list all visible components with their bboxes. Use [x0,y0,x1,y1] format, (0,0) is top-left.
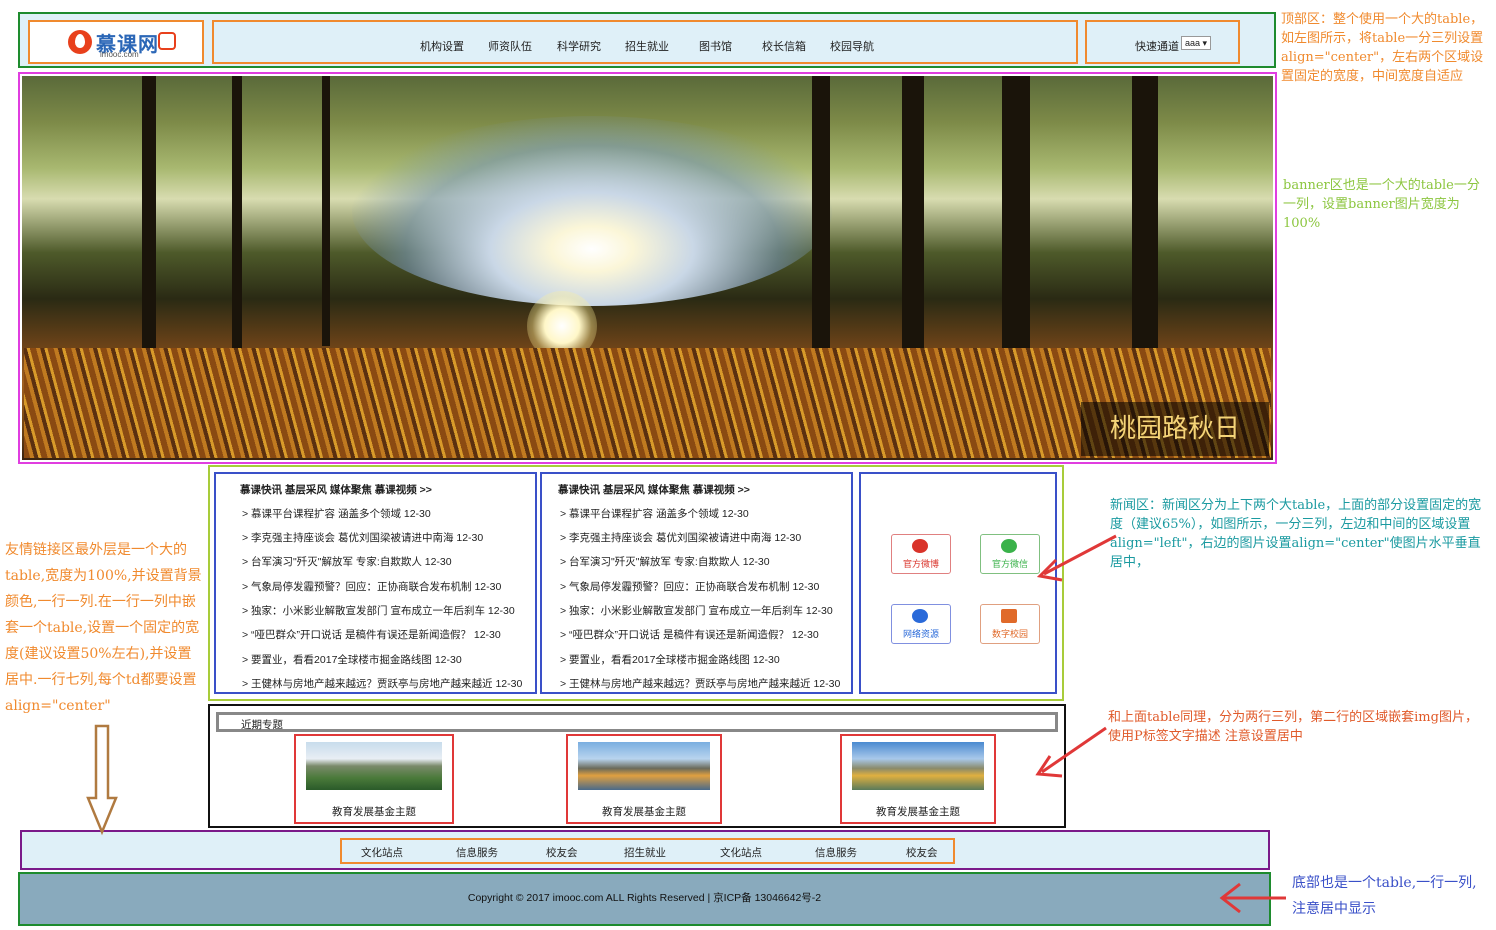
tree-trunk [812,76,830,376]
news-item[interactable]: > 气象局停发霾预警？回应：正协商联合发布机制 12-30 [560,579,819,594]
annotation-topics: 和上面table同理，分为两行三列，第二行的区域嵌套img图片，使用P标签文字描… [1108,710,1478,744]
main-nav: 机构设置 师资队伍 科学研究 招生就业 图书馆 校长信箱 校园导航 [212,20,1078,64]
tree-trunk [1132,76,1158,386]
friend-link[interactable]: 信息服务 [456,845,498,860]
nav-item-library[interactable]: 图书馆 [699,38,732,54]
news-item[interactable]: > 慕课平台课程扩容 涵盖多个领域 12-30 [242,506,431,521]
weibo-label: 官方微博 [902,559,939,569]
flame-icon [75,34,85,48]
topic-image [852,742,984,790]
weibo-badge[interactable]: 官方微博 [891,534,951,574]
friend-link[interactable]: 校友会 [546,845,578,860]
logo-cell[interactable]: 慕课网 imooc.com [28,20,204,64]
news-item[interactable]: > 气象局停发霾预警？回应：正协商联合发布机制 12-30 [242,579,501,594]
news-item[interactable]: > 要置业，看看2017全球楼市掘金路线图 12-30 [560,652,780,667]
friend-link[interactable]: 信息服务 [815,845,857,860]
friend-link[interactable]: 文化站点 [720,845,762,860]
annotation-banner: banner区也是一个大的table一分一列，设置banner图片宽度为100% [1283,178,1480,231]
arrow-news-icon [1036,534,1117,582]
tree-trunk [232,76,242,356]
nav-item-org[interactable]: 机构设置 [420,38,464,54]
news-item[interactable]: > 台军演习"歼灭"解放军 专家:自欺欺人 12-30 [560,554,770,569]
topics-title: 近期专题 [241,719,283,731]
nav-item-research[interactable]: 科学研究 [557,38,601,54]
friend-link[interactable]: 文化站点 [361,845,403,860]
logo-mark-icon [158,32,176,50]
news-title[interactable]: 慕课快讯 基层采风 媒体聚焦 慕课视频 >> [240,482,432,497]
news-item[interactable]: > 要置业，看看2017全球楼市掘金路线图 12-30 [242,652,462,667]
news-column-right: 官方微博 官方微信 网络资源 数字校园 [859,472,1057,694]
banner-sky [352,116,832,306]
tree-trunk [1002,76,1030,386]
news-item[interactable]: > 独家：小米影业解散宣发部门 宣布成立一年后刹车 12-30 [560,603,833,618]
news-item[interactable]: > 王健林与房地产越来越远？贾跃亭与房地产越来越近 12-30 [242,676,522,691]
footer: Copyright © 2017 imooc.com ALL Rights Re… [18,872,1271,926]
tree-trunk [142,76,156,366]
arrow-footer-icon [1219,882,1286,914]
annotation-footer: 底部也是一个table,一行一列,注意居中显示 [1292,875,1477,917]
tree-trunk [322,76,330,346]
annotation-links: 友情链接区最外层是一个大的table,宽度为100%,并设置背景颜色,一行一列.… [5,542,202,714]
campus-label: 数字校园 [991,629,1028,639]
topic-card[interactable]: 教育发展基金主题 [566,734,722,824]
ie-icon [912,609,928,623]
quick-access-value: aaa [1185,38,1201,48]
weibo-icon [912,539,928,553]
nav-item-admission[interactable]: 招生就业 [625,38,669,54]
friend-link[interactable]: 校友会 [906,845,938,860]
topics-header: 近期专题 [216,712,1058,732]
news-item[interactable]: > 独家：小米影业解散宣发部门 宣布成立一年后刹车 12-30 [242,603,515,618]
topic-card[interactable]: 教育发展基金主题 [294,734,454,824]
tree-trunk [902,76,924,376]
topic-image [578,742,710,790]
news-title[interactable]: 慕课快讯 基层采风 媒体聚焦 慕课视频 >> [558,482,750,497]
nav-item-mailbox[interactable]: 校长信箱 [762,38,806,54]
topic-label: 教育发展基金主题 [332,806,416,818]
nav-item-faculty[interactable]: 师资队伍 [488,38,532,54]
campus-badge[interactable]: 数字校园 [980,604,1040,644]
quick-access-select[interactable]: aaa ▾ [1181,36,1212,50]
topic-card[interactable]: 教育发展基金主题 [840,734,996,824]
banner-caption: 桃园路秋日 [1081,402,1269,456]
banner: 桃园路秋日 [18,72,1277,464]
computer-icon [1001,609,1017,623]
news-item[interactable]: > 慕课平台课程扩容 涵盖多个领域 12-30 [560,506,749,521]
wechat-icon [1001,539,1017,553]
annotation-news: 新闻区：新闻区分为上下两个大table，上面的部分设置固定的宽度（建议65%），… [1110,498,1482,570]
friend-links-inner: 文化站点 信息服务 校友会 招生就业 文化站点 信息服务 校友会 [340,838,955,864]
news-item[interactable]: > “哑巴群众”开口说话 是稿件有误还是新闻造假？ 12-30 [242,627,501,642]
news-column-left: 慕课快讯 基层采风 媒体聚焦 慕课视频 >> > 慕课平台课程扩容 涵盖多个领域… [214,472,537,694]
news-item[interactable]: > “哑巴群众”开口说话 是稿件有误还是新闻造假？ 12-30 [560,627,819,642]
arrow-links-icon [86,724,118,836]
news-item[interactable]: > 李克强主持座谈会 葛优刘国梁被请进中南海 12-30 [242,530,483,545]
annotation-top: 顶部区：整个使用一个大的table，如左图所示，将table一分三列设置alig… [1281,12,1484,84]
quick-access-label: 快速通道 [1135,41,1179,53]
resource-badge[interactable]: 网络资源 [891,604,951,644]
banner-image: 桃园路秋日 [22,76,1273,460]
nav-item-map[interactable]: 校园导航 [830,38,874,54]
copyright-text: Copyright © 2017 imooc.com ALL Rights Re… [467,892,822,904]
topic-label: 教育发展基金主题 [602,806,686,818]
news-item[interactable]: > 台军演习"歼灭"解放军 专家:自欺欺人 12-30 [242,554,452,569]
quick-access-cell: 快速通道 aaa ▾ [1085,20,1240,64]
resource-label: 网络资源 [902,629,939,639]
logo-subtitle: imooc.com [100,50,139,59]
news-item[interactable]: > 王健林与房地产越来越远？贾跃亭与房地产越来越近 12-30 [560,676,840,691]
topic-image [306,742,442,790]
news-item[interactable]: > 李克强主持座谈会 葛优刘国梁被请进中南海 12-30 [560,530,801,545]
arrow-topics-icon [1035,726,1107,778]
friend-link[interactable]: 招生就业 [624,845,666,860]
news-column-middle: 慕课快讯 基层采风 媒体聚焦 慕课视频 >> > 慕课平台课程扩容 涵盖多个领域… [540,472,853,694]
topic-label: 教育发展基金主题 [876,806,960,818]
